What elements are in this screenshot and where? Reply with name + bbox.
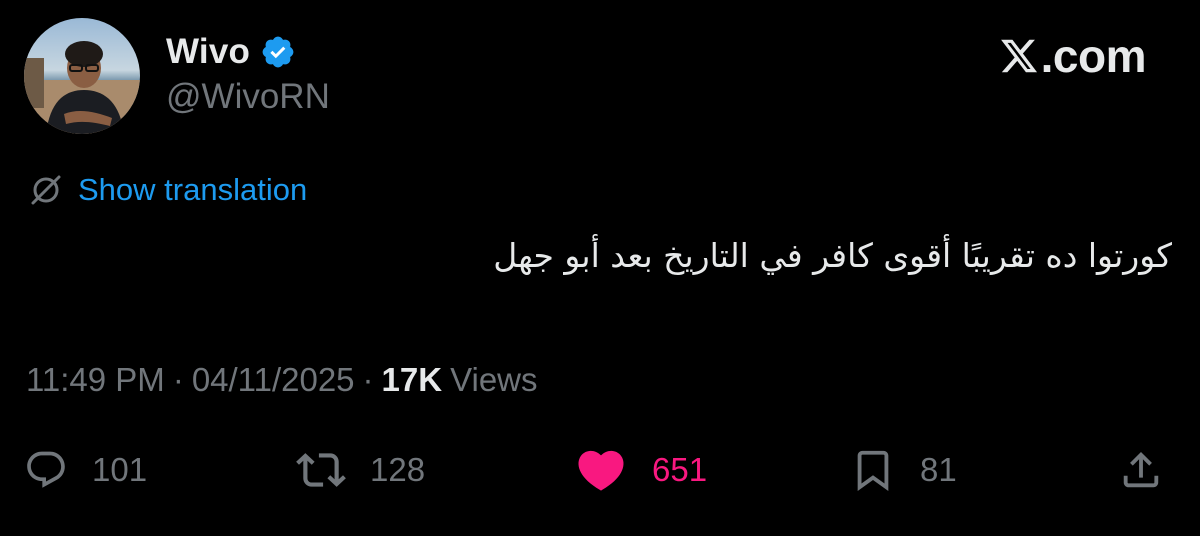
- brand-domain: .com: [1040, 30, 1147, 82]
- show-translation-label[interactable]: Show translation: [78, 172, 307, 208]
- share-icon: [1123, 451, 1159, 488]
- tweet-action-bar: 101 128 651 81: [0, 440, 1200, 500]
- author-handle[interactable]: @WivoRN: [166, 77, 330, 117]
- brand-logo: .com: [999, 28, 1147, 84]
- repost-icon: [296, 453, 346, 487]
- views-count[interactable]: 17K: [382, 361, 443, 399]
- like-count: 651: [652, 451, 708, 488]
- views-label[interactable]: Views: [450, 361, 537, 399]
- like-button[interactable]: 651: [574, 440, 707, 500]
- reply-count: 101: [92, 451, 148, 488]
- author-name-row[interactable]: Wivo: [166, 30, 296, 74]
- bookmark-count: 81: [920, 451, 957, 488]
- avatar[interactable]: [24, 18, 140, 134]
- verified-badge-icon: [260, 34, 296, 70]
- heart-icon: [578, 450, 624, 491]
- globe-off-icon: [31, 175, 61, 205]
- bookmark-icon: [857, 450, 889, 491]
- reply-icon: [27, 451, 65, 488]
- tweet-meta: 11:49 PM · 04/11/2025 · 17K Views: [26, 358, 538, 402]
- tweet-date[interactable]: 04/11/2025: [192, 361, 355, 399]
- tweet-time[interactable]: 11:49 PM: [26, 361, 165, 399]
- reply-button[interactable]: 101: [24, 440, 147, 500]
- display-name[interactable]: Wivo: [166, 32, 250, 72]
- x-logo-icon: [1000, 39, 1037, 73]
- meta-separator: ·: [362, 361, 374, 398]
- show-translation-link[interactable]: Show translation: [28, 170, 307, 210]
- meta-separator: ·: [172, 361, 184, 398]
- repost-button[interactable]: 128: [296, 440, 425, 500]
- share-button[interactable]: [1118, 440, 1164, 500]
- repost-count: 128: [370, 451, 426, 488]
- bookmark-button[interactable]: 81: [850, 440, 957, 500]
- tweet-text: كورتوا ده تقريبًا أقوى كافر في التاريخ ب…: [493, 236, 1172, 275]
